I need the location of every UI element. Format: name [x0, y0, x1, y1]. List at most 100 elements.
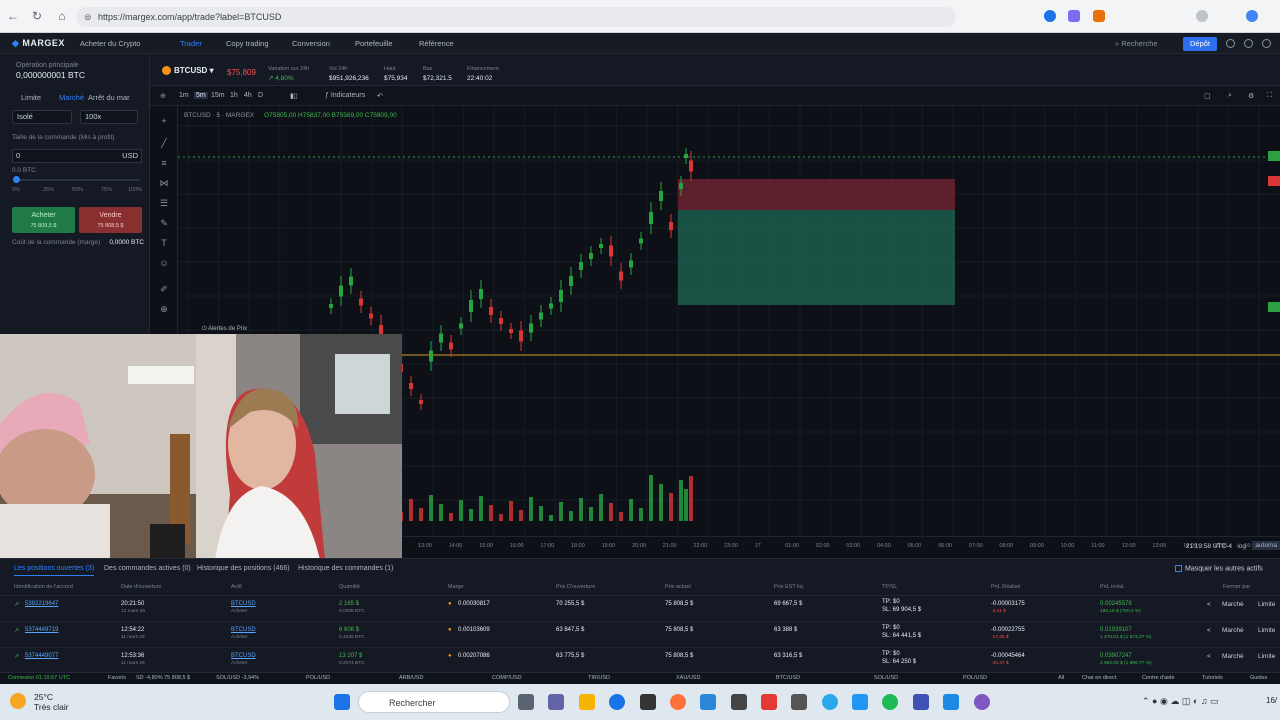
app-icon[interactable] — [700, 694, 716, 710]
tutorials-link[interactable]: Tutoriels — [1202, 675, 1223, 681]
timeframe-1m[interactable]: 1m — [179, 92, 189, 99]
slider-thumb[interactable] — [13, 176, 20, 183]
timeframe-1h[interactable]: 1h — [230, 92, 238, 99]
chrome-icon[interactable] — [609, 694, 625, 710]
extension-icon[interactable] — [1044, 10, 1056, 22]
app-icon[interactable] — [791, 694, 807, 710]
horizontal-lines-icon[interactable]: ≡ — [159, 158, 169, 168]
take-profit[interactable]: TP: $0 — [882, 599, 900, 605]
favorites-link[interactable]: Favoris — [108, 675, 126, 681]
text-tool-icon[interactable]: T — [159, 238, 169, 248]
add-symbol-icon[interactable]: ⊕ — [160, 92, 166, 100]
layout-icon[interactable]: ▢ — [1204, 92, 1211, 100]
table-row[interactable]: ↗ 5374449719 12:54:22 11 mars 26 BTCUSD … — [0, 621, 1280, 645]
hide-other-assets-checkbox[interactable]: Masquer les autres actifs — [1175, 565, 1263, 572]
close-market-button[interactable]: Marché — [1222, 601, 1244, 608]
position-id[interactable]: 5374449077 — [25, 653, 58, 659]
ruler-icon[interactable]: ✐ — [159, 284, 169, 294]
tab-market[interactable]: Marché — [59, 93, 84, 102]
candle-type-icon[interactable]: ▮▯ — [290, 92, 298, 100]
site-info-icon[interactable]: ⊜ — [84, 7, 92, 27]
profile-avatar[interactable] — [1196, 10, 1208, 22]
app-icon[interactable] — [640, 694, 656, 710]
app-icon[interactable] — [852, 694, 868, 710]
file-explorer-icon[interactable] — [579, 694, 595, 710]
fullscreen-icon[interactable]: ⛶ — [1267, 92, 1272, 100]
chart-settings-icon[interactable]: ⚙ — [1248, 92, 1254, 100]
timeframe-15m[interactable]: 15m — [211, 92, 225, 99]
expand-icon[interactable]: ↗ — [14, 601, 19, 608]
nav-trade[interactable]: Trader — [180, 39, 202, 48]
position-id[interactable]: 5374449719 — [25, 627, 58, 633]
firefox-icon[interactable] — [670, 694, 686, 710]
timeframe-4h[interactable]: 4h — [244, 92, 252, 99]
account-icon[interactable] — [1262, 39, 1271, 48]
app-icon[interactable] — [913, 694, 929, 710]
share-icon[interactable]: < — [1207, 653, 1211, 660]
ticker-item[interactable]: BTC/USD — [776, 675, 800, 681]
all-link[interactable]: All — [1058, 675, 1064, 681]
app-icon[interactable] — [761, 694, 777, 710]
timeframe-d[interactable]: D — [258, 92, 263, 99]
ticker-item[interactable]: XAU/USD — [676, 675, 700, 681]
nav-conversion[interactable]: Conversion — [292, 39, 330, 48]
asset[interactable]: BTCUSD — [231, 627, 256, 633]
guides-link[interactable]: Guides — [1250, 675, 1267, 681]
tab-open-positions[interactable]: Les positions ouvertes (3) — [14, 565, 95, 576]
margin-mode-select[interactable]: Isolé — [12, 110, 72, 124]
ticker-item[interactable]: TIR/USD — [588, 675, 610, 681]
extension-icon[interactable] — [1068, 10, 1080, 22]
taskbar-clock[interactable]: 16/ — [1266, 696, 1277, 705]
ticker-item[interactable]: SOL/USD — [874, 675, 898, 681]
brand-logo[interactable]: ◆ MARGEX — [12, 38, 65, 49]
asset[interactable]: BTCUSD — [231, 601, 256, 607]
emoji-icon[interactable]: ☺ — [159, 258, 169, 268]
home-icon[interactable]: ⌂ — [55, 9, 69, 23]
expand-icon[interactable]: ↗ — [14, 627, 19, 634]
nav-referral[interactable]: Référence — [419, 39, 454, 48]
table-row[interactable]: ↗ 5392219647 20:21:50 12 mars 26 BTCUSD … — [0, 595, 1280, 619]
sell-button[interactable]: Vendre 75 808,5 $ — [79, 207, 142, 233]
leverage-select[interactable]: 100x — [80, 110, 138, 124]
close-limit-button[interactable]: Limite — [1258, 653, 1275, 660]
back-icon[interactable]: ← — [6, 9, 20, 23]
position-id[interactable]: 5392219647 — [25, 601, 58, 607]
app-icon[interactable] — [974, 694, 990, 710]
table-row[interactable]: ↗ 5374449077 12:53:36 11 mars 26 BTCUSD … — [0, 647, 1280, 671]
app-icon[interactable] — [943, 694, 959, 710]
close-market-button[interactable]: Marché — [1222, 653, 1244, 660]
pattern-icon[interactable]: ⋈ — [159, 178, 169, 188]
start-icon[interactable] — [334, 694, 350, 710]
asset[interactable]: BTCUSD — [231, 653, 256, 659]
wallet-selector[interactable]: Opération principale 0,000000001 BTC — [16, 62, 85, 80]
stop-loss[interactable]: SL: 64 441,5 $ — [882, 633, 921, 639]
ticker-item[interactable]: COMP/USD — [492, 675, 522, 681]
live-chat-link[interactable]: Chat en direct — [1082, 675, 1116, 681]
chrome-ai-icon[interactable] — [1246, 10, 1258, 22]
zoom-in-icon[interactable]: ⊕ — [159, 304, 169, 314]
share-icon[interactable]: < — [1207, 601, 1211, 608]
take-profit[interactable]: TP: $0 — [882, 651, 900, 657]
weather-icon[interactable] — [10, 693, 26, 709]
ticker-item[interactable]: ARB/USD — [399, 675, 423, 681]
nav-portfolio[interactable]: Portefeuille — [355, 39, 393, 48]
auto-scale-toggle[interactable]: automa — [1252, 541, 1280, 550]
ticker-item[interactable]: SD -4,80% 75 808,5 $ — [136, 675, 190, 681]
search-button[interactable]: ⌕ Recherche — [1115, 39, 1158, 49]
quantity-input[interactable]: 0 USD — [12, 149, 142, 163]
trend-line-icon[interactable]: ╱ — [159, 138, 169, 148]
stop-loss[interactable]: SL: 64 250 $ — [882, 659, 916, 665]
notification-icon[interactable] — [1244, 39, 1253, 48]
teams-icon[interactable] — [548, 694, 564, 710]
take-profit[interactable]: TP: $0 — [882, 625, 900, 631]
tab-order-history[interactable]: Historique des commandes (1) — [298, 565, 393, 572]
telegram-icon[interactable] — [822, 694, 838, 710]
help-center-link[interactable]: Centre d'aide — [1142, 675, 1175, 681]
nav-copy-trading[interactable]: Copy trading — [226, 39, 269, 48]
ticker-item[interactable]: POL/USD — [963, 675, 987, 681]
crosshair-icon[interactable]: + — [159, 116, 169, 126]
settings-icon[interactable] — [1226, 39, 1235, 48]
app-icon[interactable] — [731, 694, 747, 710]
stop-loss[interactable]: SL: 69 904,5 $ — [882, 607, 921, 613]
symbol-selector[interactable]: BTCUSD ▾ — [162, 66, 214, 76]
